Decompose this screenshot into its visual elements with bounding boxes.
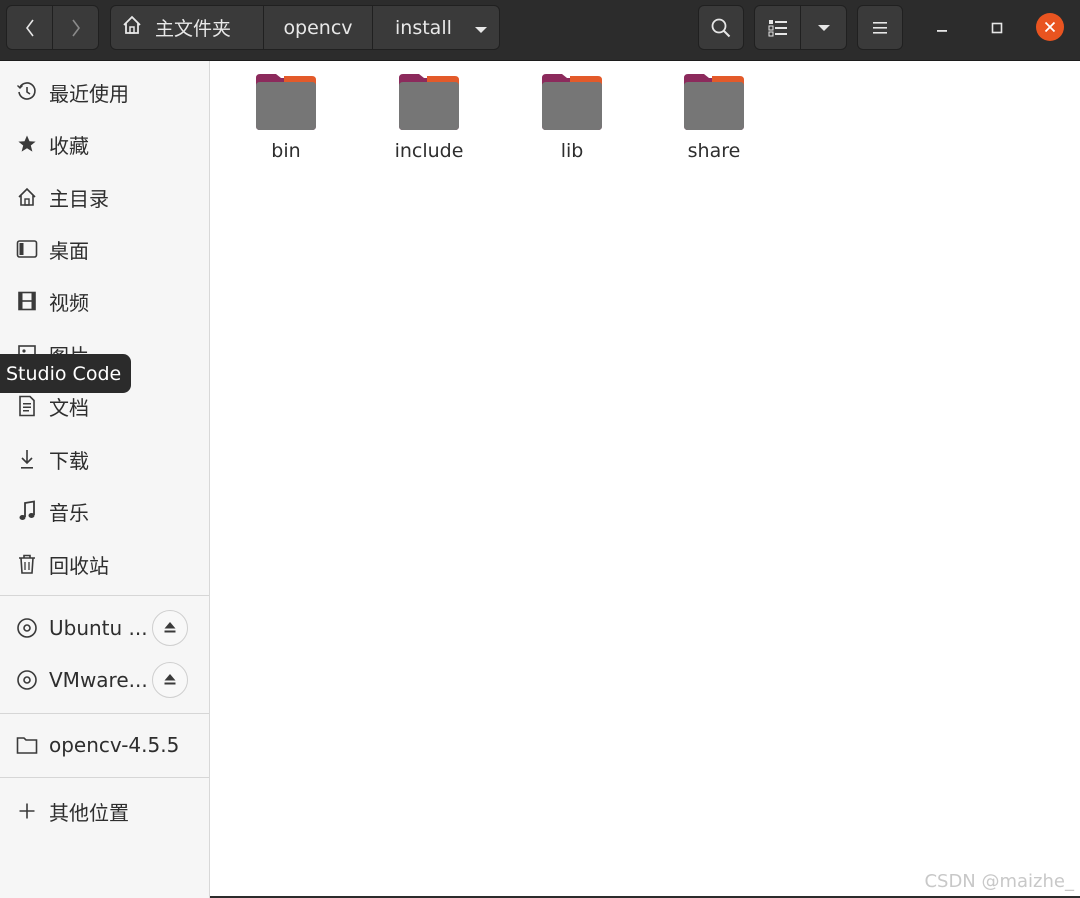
sidebar-item-starred[interactable]: 收藏: [0, 122, 209, 166]
back-button[interactable]: [6, 5, 53, 50]
minimize-button[interactable]: [926, 12, 958, 44]
disc-icon: [16, 617, 38, 639]
clock-icon: [16, 81, 38, 103]
list-view-icon: [768, 19, 788, 37]
sidebar-item-recent[interactable]: 最近使用: [0, 70, 209, 114]
eject-button[interactable]: [152, 662, 188, 698]
sidebar: 最近使用 收藏 主目录 桌面 视频 图片 文档: [0, 61, 210, 898]
folder-name: bin: [271, 140, 301, 162]
sidebar-item-label: 桌面: [49, 238, 89, 263]
folder-item[interactable]: include: [374, 72, 484, 172]
music-icon: [16, 500, 38, 522]
sidebar-item-label: VMware...: [49, 668, 148, 692]
maximize-icon: [991, 19, 1003, 38]
folder-name: include: [394, 140, 464, 162]
breadcrumb-home[interactable]: 主文件夹: [110, 5, 264, 50]
eject-icon: [163, 619, 177, 638]
plus-icon: [16, 800, 38, 822]
watermark: CSDN @maizhe_: [924, 871, 1074, 892]
header-bar: 主文件夹 opencv install: [0, 0, 1080, 61]
chevron-left-icon: [24, 18, 36, 38]
search-button[interactable]: [698, 5, 744, 50]
sidebar-bookmark-opencv[interactable]: opencv-4.5.5: [0, 723, 209, 767]
eject-icon: [163, 671, 177, 690]
folder-icon: [540, 72, 604, 136]
sidebar-item-label: Ubuntu ...: [49, 616, 148, 640]
sidebar-separator: [0, 777, 209, 778]
sidebar-item-trash[interactable]: 回收站: [0, 542, 209, 586]
sidebar-item-home[interactable]: 主目录: [0, 175, 209, 219]
sidebar-item-label: 回收站: [49, 553, 109, 578]
folder-item[interactable]: lib: [517, 72, 627, 172]
sidebar-separator: [0, 595, 209, 596]
home-icon: [16, 186, 38, 208]
folder-item[interactable]: bin: [231, 72, 341, 172]
sidebar-item-label: 文档: [49, 395, 89, 420]
breadcrumb-label: opencv: [283, 16, 353, 39]
disc-icon: [16, 669, 38, 691]
breadcrumb-install[interactable]: install: [372, 5, 500, 50]
film-icon: [16, 290, 38, 312]
caret-down-icon: [817, 24, 831, 32]
view-options-button[interactable]: [800, 5, 847, 50]
star-icon: [16, 133, 38, 155]
sidebar-item-music[interactable]: 音乐: [0, 489, 209, 533]
sidebar-item-label: 最近使用: [49, 81, 129, 106]
minimize-icon: [936, 19, 948, 38]
folder-icon: [682, 72, 746, 136]
view-toggle-button[interactable]: [754, 5, 801, 50]
chevron-right-icon: [70, 18, 82, 38]
breadcrumb-opencv[interactable]: opencv: [263, 5, 373, 50]
caret-down-icon: [474, 17, 488, 39]
folder-icon: [254, 72, 318, 136]
hamburger-icon: [872, 21, 888, 35]
document-icon: [16, 395, 38, 417]
sidebar-item-other-locations[interactable]: 其他位置: [0, 789, 209, 833]
folder-name: share: [687, 140, 741, 162]
sidebar-item-downloads[interactable]: 下载: [0, 437, 209, 481]
sidebar-item-label: 下载: [49, 448, 89, 473]
folder-icon: [397, 72, 461, 136]
trash-icon: [16, 553, 38, 575]
home-icon: [121, 14, 143, 41]
breadcrumb-label: install: [395, 16, 452, 39]
close-icon: [1044, 18, 1056, 37]
sidebar-item-desktop[interactable]: 桌面: [0, 227, 209, 271]
sidebar-item-label: 收藏: [49, 133, 89, 158]
desktop-icon: [16, 238, 38, 260]
sidebar-item-label: 音乐: [49, 500, 89, 525]
breadcrumb-label: 主文件夹: [155, 18, 232, 40]
folder-icon: [16, 734, 38, 756]
sidebar-item-label: opencv-4.5.5: [49, 733, 180, 757]
forward-button[interactable]: [52, 5, 99, 50]
search-icon: [710, 17, 732, 39]
maximize-button[interactable]: [981, 12, 1013, 44]
eject-button[interactable]: [152, 610, 188, 646]
close-button[interactable]: [1036, 13, 1064, 41]
sidebar-item-label: 视频: [49, 290, 89, 315]
sidebar-item-label: 其他位置: [49, 800, 129, 825]
folder-name: lib: [560, 140, 584, 162]
folder-item[interactable]: share: [659, 72, 769, 172]
sidebar-item-videos[interactable]: 视频: [0, 279, 209, 323]
sidebar-separator: [0, 713, 209, 714]
sidebar-item-label: 主目录: [49, 186, 109, 211]
tooltip: Studio Code: [0, 354, 132, 393]
main-menu-button[interactable]: [857, 5, 903, 50]
tooltip-text: Studio Code: [6, 362, 122, 385]
download-icon: [16, 448, 38, 470]
